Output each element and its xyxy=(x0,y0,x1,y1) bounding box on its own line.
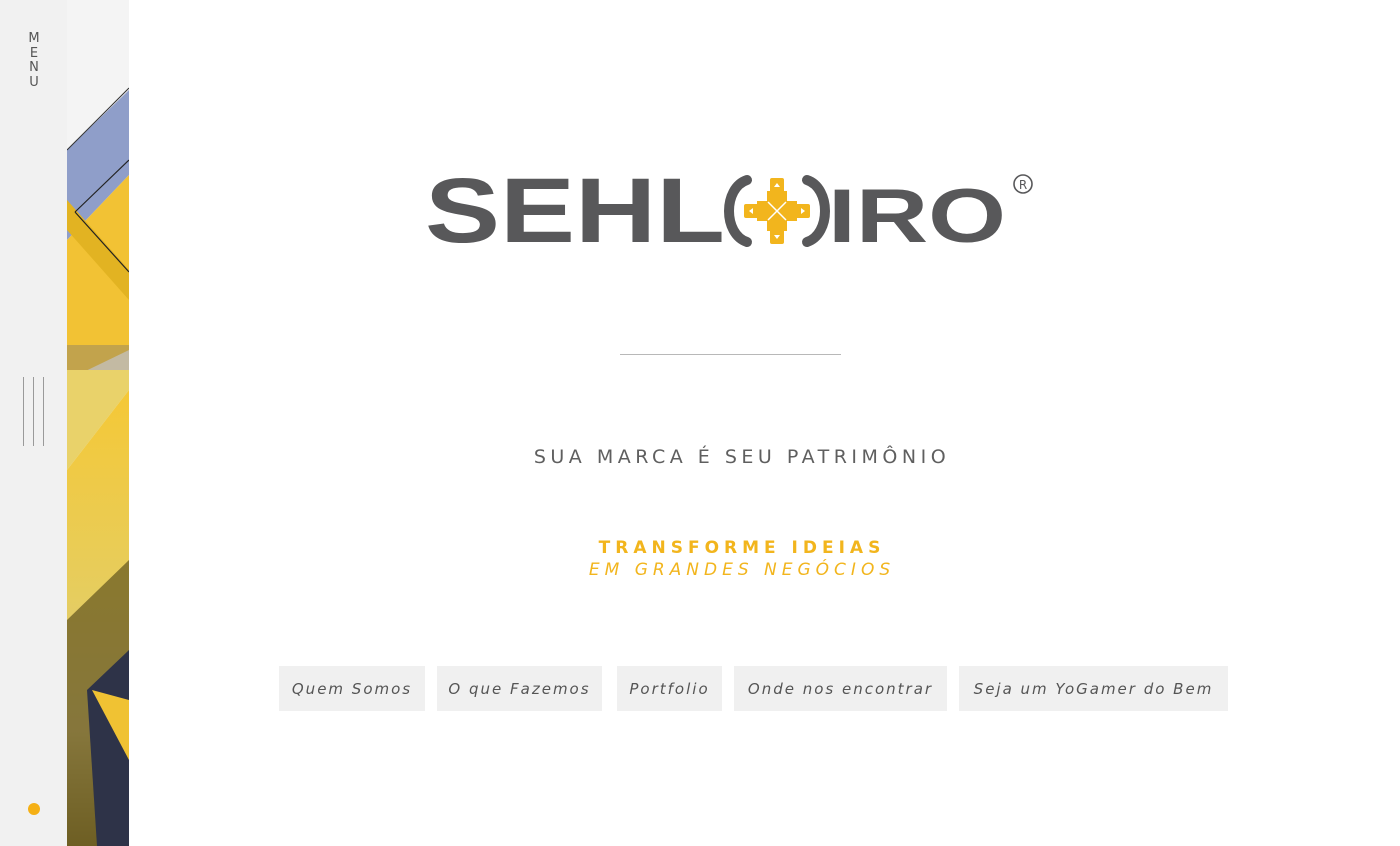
nav-button-o-que-fazemos[interactable]: O que Fazemos xyxy=(437,666,602,711)
hero-cta-line1: TRANSFORME IDEIAS xyxy=(598,538,886,558)
menu-line xyxy=(43,377,44,446)
menu-line xyxy=(23,377,24,446)
menu-label[interactable]: MENU xyxy=(28,31,40,90)
registered-trademark-icon: R xyxy=(1013,174,1033,194)
menu-line xyxy=(33,377,34,446)
architecture-photo xyxy=(67,0,129,846)
logo-text-right: IRO xyxy=(828,174,1006,255)
sehloiro-logo: SEHL IRO R xyxy=(425,160,1033,255)
architecture-photo-strip xyxy=(67,0,129,846)
gamepad-icon xyxy=(724,175,830,247)
divider xyxy=(620,354,841,355)
accent-dot xyxy=(28,803,40,815)
main-content: SEHL IRO R SUA MARCA É SEU PATRIMÔNIO TR… xyxy=(129,0,1400,846)
nav-button-onde-nos-encontrar[interactable]: Onde nos encontrar xyxy=(734,666,947,711)
hero-tagline: SUA MARCA É SEU PATRIMÔNIO xyxy=(533,446,951,468)
menu-toggle-lines[interactable] xyxy=(23,377,45,446)
nav-button-portfolio[interactable]: Portfolio xyxy=(617,666,722,711)
sidebar: MENU xyxy=(0,0,67,846)
hero-cta-line2: EM GRANDES NEGÓCIOS xyxy=(588,560,896,580)
nav-button-seja-yogamer[interactable]: Seja um YoGamer do Bem xyxy=(959,666,1228,711)
nav-button-quem-somos[interactable]: Quem Somos xyxy=(279,666,425,711)
logo-text-left: SEHL xyxy=(425,160,725,255)
svg-text:R: R xyxy=(1019,178,1027,192)
